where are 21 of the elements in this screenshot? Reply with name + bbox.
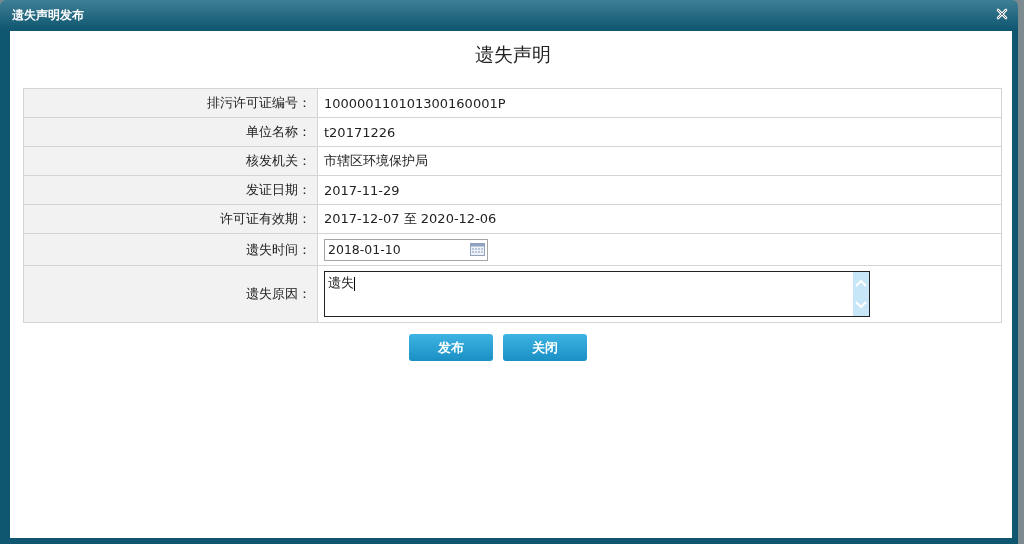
field-label: 遗失时间： xyxy=(23,233,318,266)
window-title: 遗失声明发布 xyxy=(12,7,84,24)
calendar-icon[interactable] xyxy=(470,243,485,256)
dialog-heading: 遗失声明 xyxy=(473,42,552,67)
field-label: 遗失原因： xyxy=(23,265,318,323)
scrollbar[interactable] xyxy=(853,272,869,316)
field-label: 发证日期： xyxy=(23,175,318,205)
scroll-down-icon[interactable] xyxy=(854,299,868,311)
field-value: 市辖区环境保护局 xyxy=(317,146,1002,176)
scroll-up-icon[interactable] xyxy=(854,277,868,289)
close-icon[interactable] xyxy=(996,7,1008,20)
reason-text-area[interactable]: 遗失 xyxy=(324,271,870,317)
field-label: 核发机关： xyxy=(23,146,318,176)
field-value: t20171226 xyxy=(317,117,1002,147)
field-label: 排污许可证编号： xyxy=(23,88,318,118)
field-value: 2017-11-29 xyxy=(317,175,1002,205)
field-label: 单位名称： xyxy=(23,117,318,147)
field-label: 许可证有效期： xyxy=(23,204,318,234)
date-field[interactable]: 2018-01-10 xyxy=(324,238,488,261)
field-value: 2017-12-07 至 2020-12-06 xyxy=(317,204,1002,234)
field-value: 100000110101300160001P xyxy=(317,88,1002,118)
